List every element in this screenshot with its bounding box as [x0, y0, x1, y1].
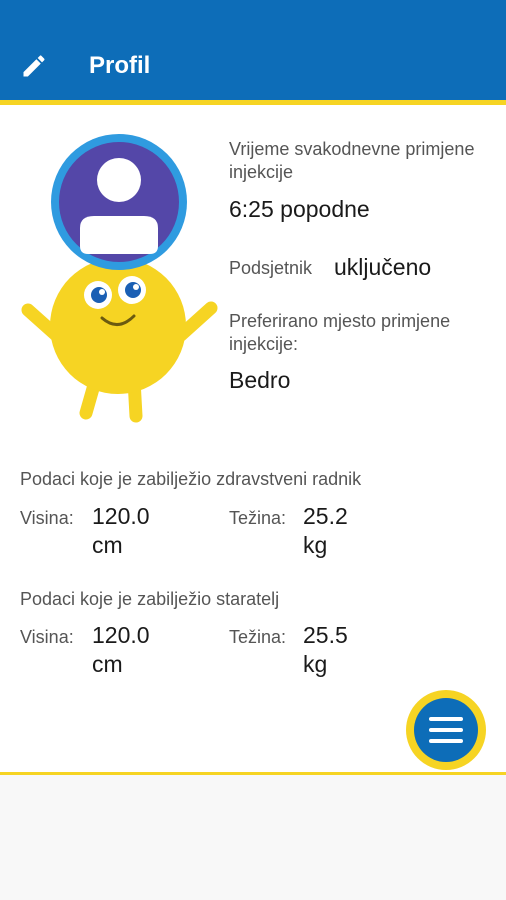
- guardian-height-value: 120.0: [92, 622, 150, 648]
- bottom-area: [0, 775, 506, 900]
- guardian-height-label: Visina:: [20, 627, 74, 647]
- reminder-value: uključeno: [334, 254, 432, 280]
- menu-fab-button[interactable]: [406, 690, 486, 770]
- guardian-heading: Podaci koje je zabilježio staratelj: [20, 589, 280, 609]
- hw-weight-value: 25.2: [303, 503, 348, 529]
- hw-height-unit: cm: [92, 532, 123, 558]
- menu-icon-bar: [429, 739, 463, 743]
- injection-site-label: Preferirano mjesto primjene injekcije:: [229, 311, 451, 354]
- injection-time-label: Vrijeme svakodnevne primjene injekcije: [229, 139, 475, 182]
- app-bar: Profil: [0, 0, 506, 100]
- injection-time-value: 6:25 popodne: [229, 196, 370, 222]
- menu-icon-bar: [429, 728, 463, 732]
- page-title: Profil: [89, 52, 151, 79]
- menu-icon-bar: [429, 717, 463, 721]
- guardian-height-unit: cm: [92, 651, 123, 677]
- hw-weight-label: Težina:: [229, 508, 287, 528]
- hw-height-label: Visina:: [20, 508, 74, 528]
- hw-height-value: 120.0: [92, 503, 150, 529]
- menu-icon: [414, 698, 478, 762]
- mascot-avatar-illustration: [21, 134, 218, 423]
- guardian-weight-label: Težina:: [229, 627, 287, 647]
- health-worker-heading: Podaci koje je zabilježio zdravstveni ra…: [20, 469, 362, 489]
- pencil-icon[interactable]: [20, 52, 48, 80]
- hw-weight-unit: kg: [303, 532, 328, 558]
- injection-site-value: Bedro: [229, 367, 291, 393]
- reminder-label: Podsjetnik: [229, 258, 313, 278]
- guardian-weight-value: 25.5: [303, 622, 348, 648]
- guardian-weight-unit: kg: [303, 651, 328, 677]
